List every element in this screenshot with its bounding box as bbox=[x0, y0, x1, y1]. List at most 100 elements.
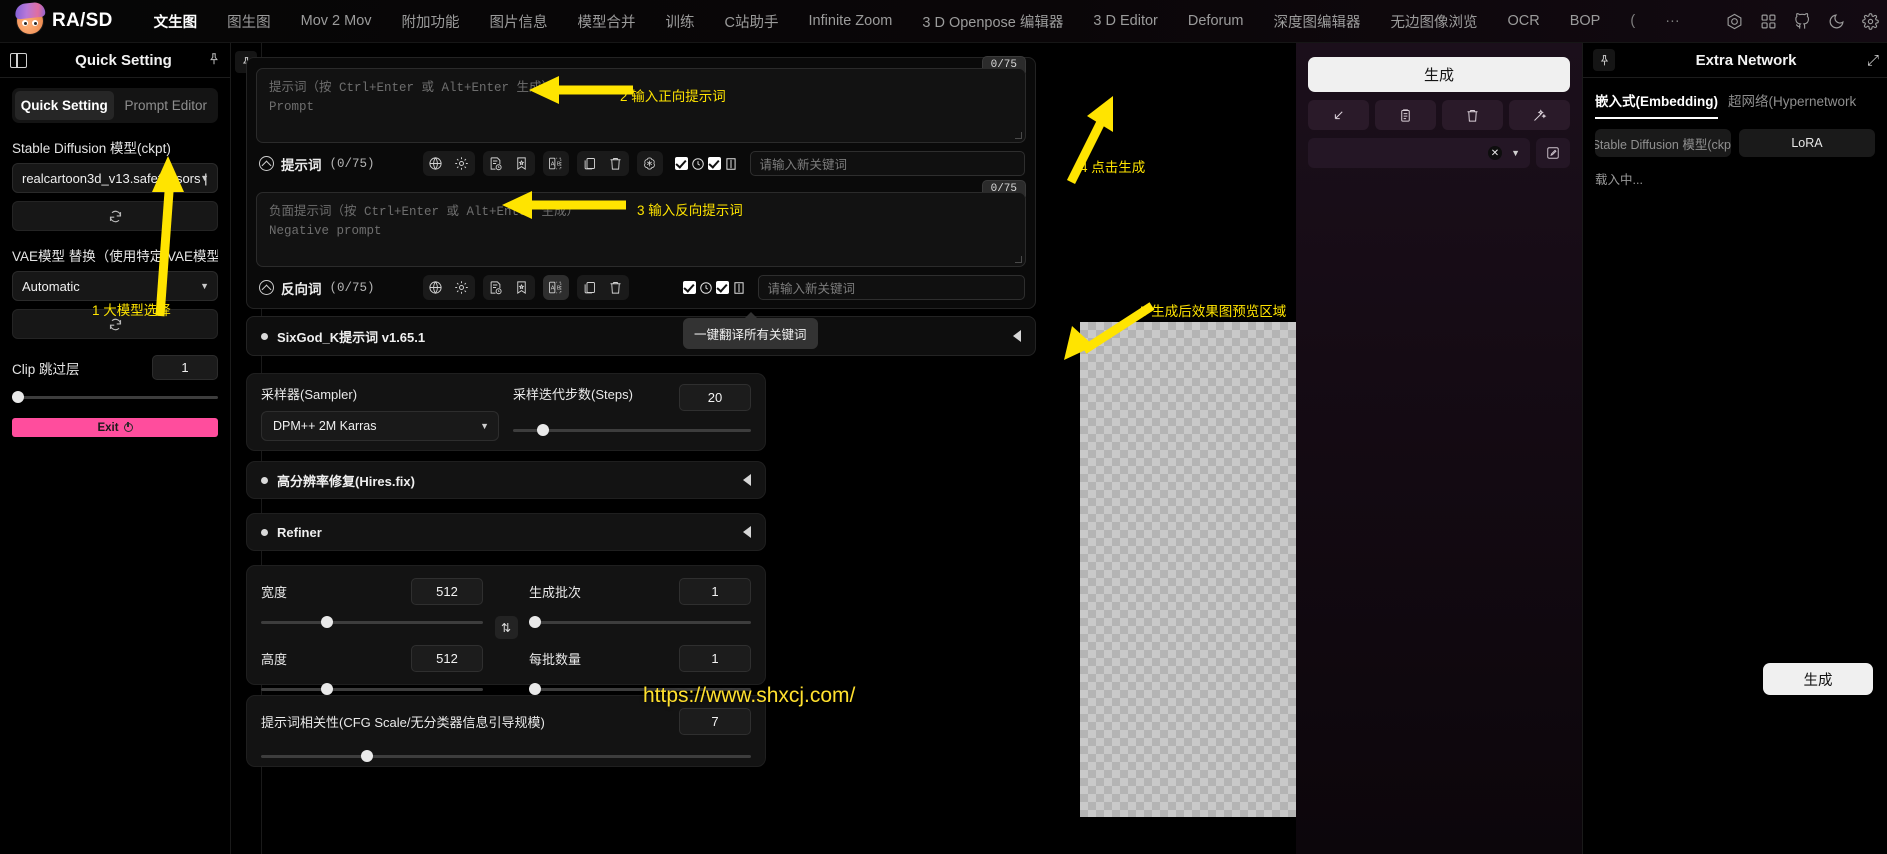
trash-icon[interactable] bbox=[603, 275, 629, 300]
tab-quick-setting[interactable]: Quick Setting bbox=[15, 91, 114, 120]
hires-fix-panel[interactable]: 高分辨率修复(Hires.fix) bbox=[246, 461, 766, 499]
civitai-icon[interactable] bbox=[1717, 0, 1751, 43]
auto-checkbox-1[interactable] bbox=[674, 157, 688, 170]
slider-thumb[interactable] bbox=[537, 424, 549, 436]
translate-icon[interactable]: AB bbox=[542, 275, 569, 300]
batch-count-value[interactable]: 1 bbox=[679, 578, 751, 605]
clear-icon[interactable]: ✕ bbox=[1488, 146, 1502, 160]
hires-fix-header[interactable]: 高分辨率修复(Hires.fix) bbox=[247, 462, 765, 498]
magic-wand-icon[interactable] bbox=[1509, 100, 1570, 130]
edit-styles-button[interactable] bbox=[1536, 138, 1570, 168]
positive-section-title[interactable]: 提示词 bbox=[259, 154, 322, 174]
clock-icon[interactable] bbox=[691, 157, 705, 171]
chevron-up-circle-icon[interactable] bbox=[259, 156, 274, 171]
nav-tab-mov2mov[interactable]: Mov 2 Mov bbox=[286, 0, 387, 43]
chevron-left-icon[interactable] bbox=[1013, 330, 1021, 342]
cfg-scale-slider[interactable] bbox=[261, 749, 751, 763]
chevron-up-circle-icon[interactable] bbox=[259, 280, 274, 295]
moon-icon[interactable] bbox=[1819, 0, 1853, 43]
nav-tab-civitai-helper[interactable]: C站助手 bbox=[710, 0, 794, 43]
exit-button[interactable]: Exit bbox=[12, 418, 218, 437]
batch-count-slider[interactable] bbox=[529, 615, 751, 629]
tab-embedding[interactable]: 嵌入式(Embedding) bbox=[1595, 90, 1718, 119]
positive-prompt-textarea[interactable]: 提示词（按 Ctrl+Enter 或 Alt+Enter 生成） Prompt bbox=[256, 68, 1026, 143]
tab-prompt-editor[interactable]: Prompt Editor bbox=[117, 91, 216, 120]
auto-checkbox-2[interactable] bbox=[707, 157, 721, 170]
slider-thumb[interactable] bbox=[12, 391, 24, 403]
bookmark-star-icon[interactable] bbox=[509, 151, 535, 176]
chip-checkpoint[interactable]: Stable Diffusion 模型(ckpt bbox=[1595, 129, 1731, 157]
slider-thumb[interactable] bbox=[321, 616, 333, 628]
nav-tab-extras[interactable]: 附加功能 bbox=[387, 0, 475, 43]
nav-tab-overflow-menu[interactable]: ··· bbox=[1650, 0, 1695, 43]
pin-icon[interactable] bbox=[1593, 49, 1615, 71]
nav-tab-depth-editor[interactable]: 深度图编辑器 bbox=[1259, 0, 1376, 43]
slider-thumb[interactable] bbox=[361, 750, 373, 762]
nav-tab-infinite-zoom[interactable]: Infinite Zoom bbox=[794, 0, 908, 43]
clipboard-icon[interactable] bbox=[1375, 100, 1436, 130]
extra-generate-button[interactable]: 生成 bbox=[1763, 663, 1873, 695]
bookmark-star-icon[interactable] bbox=[509, 275, 535, 300]
slider-thumb[interactable] bbox=[529, 616, 541, 628]
github-icon[interactable] bbox=[1785, 0, 1819, 43]
refiner-header[interactable]: Refiner bbox=[247, 514, 765, 550]
globe-icon[interactable] bbox=[423, 275, 449, 300]
chip-lora[interactable]: LoRA bbox=[1739, 129, 1875, 157]
style-select[interactable]: ✕ ▼ bbox=[1308, 138, 1530, 168]
nav-tab-checkpoint-merger[interactable]: 模型合并 bbox=[563, 0, 651, 43]
clip-skip-value[interactable]: 1 bbox=[152, 355, 218, 380]
gear-icon[interactable] bbox=[1853, 0, 1887, 43]
nav-tab-paren[interactable]: ( bbox=[1615, 0, 1650, 43]
clip-skip-slider[interactable] bbox=[12, 390, 218, 404]
nav-tab-openpose-editor[interactable]: 3 D Openpose 编辑器 bbox=[907, 0, 1078, 43]
nav-tab-bop[interactable]: BOP bbox=[1555, 0, 1616, 43]
auto-checkbox-2[interactable] bbox=[715, 281, 729, 294]
nav-tab-txt2img[interactable]: 文生图 bbox=[139, 0, 213, 43]
nav-tab-img2img[interactable]: 图生图 bbox=[212, 0, 286, 43]
panel-toggle-icon[interactable] bbox=[10, 52, 27, 68]
grid-icon[interactable] bbox=[1751, 0, 1785, 43]
nav-tab-train[interactable]: 训练 bbox=[651, 0, 710, 43]
chevron-left-icon[interactable] bbox=[743, 474, 751, 486]
nav-tab-3d-editor[interactable]: 3 D Editor bbox=[1078, 0, 1172, 43]
refiner-panel[interactable]: Refiner bbox=[246, 513, 766, 551]
trash-icon[interactable] bbox=[1442, 100, 1503, 130]
width-value[interactable]: 512 bbox=[411, 578, 483, 605]
cfg-scale-value[interactable]: 7 bbox=[679, 708, 751, 735]
generate-button[interactable]: 生成 bbox=[1308, 57, 1570, 92]
chevron-left-icon[interactable] bbox=[743, 526, 751, 538]
trash-icon[interactable] bbox=[603, 151, 629, 176]
tab-hypernetwork[interactable]: 超网络(Hypernetwork bbox=[1728, 90, 1856, 119]
close-icon[interactable]: ⤢ bbox=[1867, 52, 1879, 69]
gear-icon[interactable] bbox=[449, 275, 475, 300]
history-icon[interactable] bbox=[483, 151, 509, 176]
height-slider[interactable] bbox=[261, 682, 483, 696]
copy-icon[interactable] bbox=[577, 151, 603, 176]
copy-icon[interactable] bbox=[577, 275, 603, 300]
width-slider[interactable] bbox=[261, 615, 483, 629]
height-value[interactable]: 512 bbox=[411, 645, 483, 672]
slider-thumb[interactable] bbox=[321, 683, 333, 695]
globe-icon[interactable] bbox=[423, 151, 449, 176]
resize-handle-icon[interactable] bbox=[1015, 256, 1022, 263]
nav-tab-infinite-browsing[interactable]: 无边图像浏览 bbox=[1376, 0, 1493, 43]
resize-handle-icon[interactable] bbox=[1015, 132, 1022, 139]
sampler-select[interactable]: DPM++ 2M Karras ▼ bbox=[261, 411, 499, 441]
auto-checkbox-1[interactable] bbox=[682, 281, 696, 294]
pin-icon[interactable] bbox=[207, 52, 221, 66]
sixgod-accordion[interactable]: SixGod_K提示词 v1.65.1 bbox=[246, 316, 1036, 356]
translate-icon[interactable]: AB bbox=[543, 151, 569, 176]
slider-thumb[interactable] bbox=[529, 683, 541, 695]
history-icon[interactable] bbox=[483, 275, 509, 300]
steps-slider[interactable] bbox=[513, 423, 751, 437]
positive-keyword-input[interactable]: 请输入新关键词 bbox=[749, 151, 1025, 176]
text-cursor-icon[interactable] bbox=[732, 281, 746, 295]
negative-section-title[interactable]: 反向词 bbox=[259, 278, 322, 298]
nav-tab-deforum[interactable]: Deforum bbox=[1173, 0, 1259, 43]
gear-icon[interactable] bbox=[449, 151, 475, 176]
swap-dimensions-button[interactable]: ⇅ bbox=[494, 616, 518, 639]
negative-keyword-input[interactable]: 请输入新关键词 bbox=[757, 275, 1025, 300]
text-cursor-icon[interactable] bbox=[724, 157, 738, 171]
openai-icon[interactable] bbox=[637, 151, 663, 176]
steps-value[interactable]: 20 bbox=[679, 384, 751, 411]
